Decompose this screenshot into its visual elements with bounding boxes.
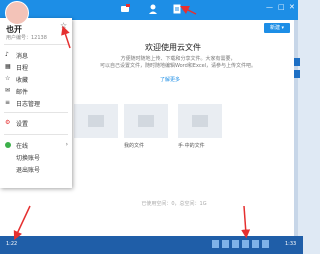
annotation-arrows (13, 5, 251, 241)
annotation-arrow (61, 25, 71, 49)
annotation-arrow (13, 205, 31, 241)
annotation-arrow (241, 205, 251, 239)
annotation-arrow (179, 5, 197, 15)
